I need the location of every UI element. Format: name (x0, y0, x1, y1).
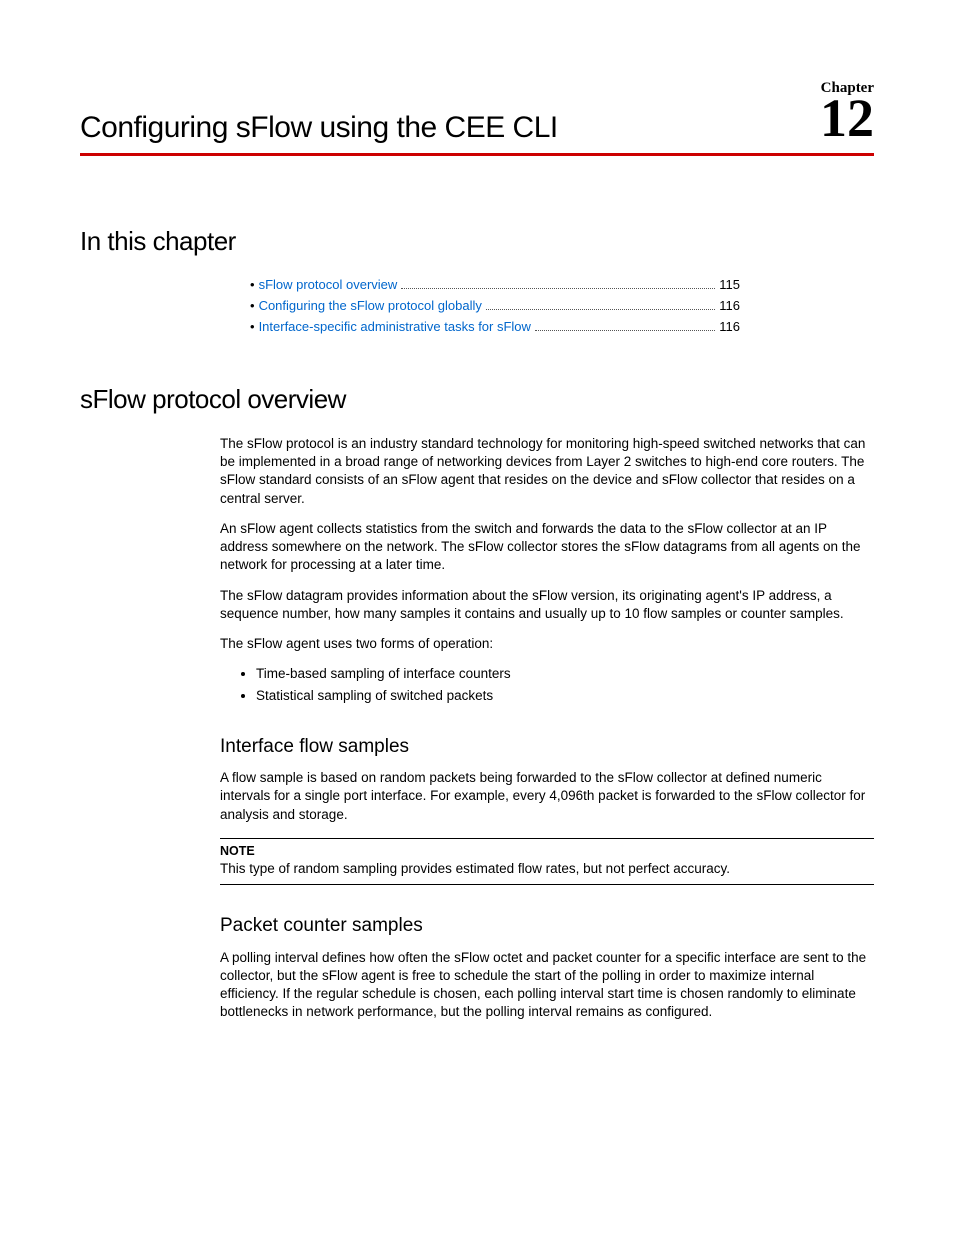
toc-item: • Interface-specific administrative task… (250, 319, 740, 334)
paragraph: The sFlow agent uses two forms of operat… (220, 635, 874, 653)
toc-link-interface-tasks[interactable]: Interface-specific administrative tasks … (259, 319, 531, 334)
note-box: NOTE This type of random sampling provid… (220, 838, 874, 885)
sflow-overview-heading: sFlow protocol overview (80, 384, 874, 415)
paragraph: A polling interval defines how often the… (220, 949, 874, 1022)
paragraph: An sFlow agent collects statistics from … (220, 520, 874, 575)
bullet-icon: • (250, 298, 255, 313)
list-item: Time-based sampling of interface counter… (256, 665, 874, 683)
chapter-number: 12 (820, 88, 874, 148)
toc-page-number: 116 (719, 319, 740, 334)
bullet-list: Time-based sampling of interface counter… (220, 665, 874, 705)
chapter-title: Configuring sFlow using the CEE CLI (80, 111, 558, 145)
paragraph: The sFlow datagram provides information … (220, 587, 874, 623)
paragraph: A flow sample is based on random packets… (220, 769, 874, 824)
toc-item: • sFlow protocol overview 115 (250, 277, 740, 292)
toc-leader (401, 288, 715, 289)
toc: • sFlow protocol overview 115 • Configur… (250, 277, 740, 334)
in-this-chapter-heading: In this chapter (80, 226, 874, 257)
bullet-icon: • (250, 319, 255, 334)
paragraph: The sFlow protocol is an industry standa… (220, 435, 874, 508)
toc-leader (486, 309, 715, 310)
list-item: Statistical sampling of switched packets (256, 687, 874, 705)
toc-page-number: 116 (719, 298, 740, 313)
page-container: Configuring sFlow using the CEE CLI Chap… (0, 0, 954, 1114)
interface-flow-samples-heading: Interface flow samples (220, 734, 874, 760)
note-text: This type of random sampling provides es… (220, 860, 874, 878)
body-content: The sFlow protocol is an industry standa… (220, 435, 874, 1022)
toc-page-number: 115 (719, 277, 740, 292)
packet-counter-samples-heading: Packet counter samples (220, 913, 874, 939)
bullet-icon: • (250, 277, 255, 292)
toc-leader (535, 330, 715, 331)
toc-item: • Configuring the sFlow protocol globall… (250, 298, 740, 313)
toc-link-sflow-overview[interactable]: sFlow protocol overview (259, 277, 398, 292)
chapter-header: Configuring sFlow using the CEE CLI Chap… (80, 80, 874, 156)
chapter-number-box: Chapter 12 (820, 80, 874, 145)
toc-link-configuring-globally[interactable]: Configuring the sFlow protocol globally (259, 298, 482, 313)
note-label: NOTE (220, 843, 874, 860)
